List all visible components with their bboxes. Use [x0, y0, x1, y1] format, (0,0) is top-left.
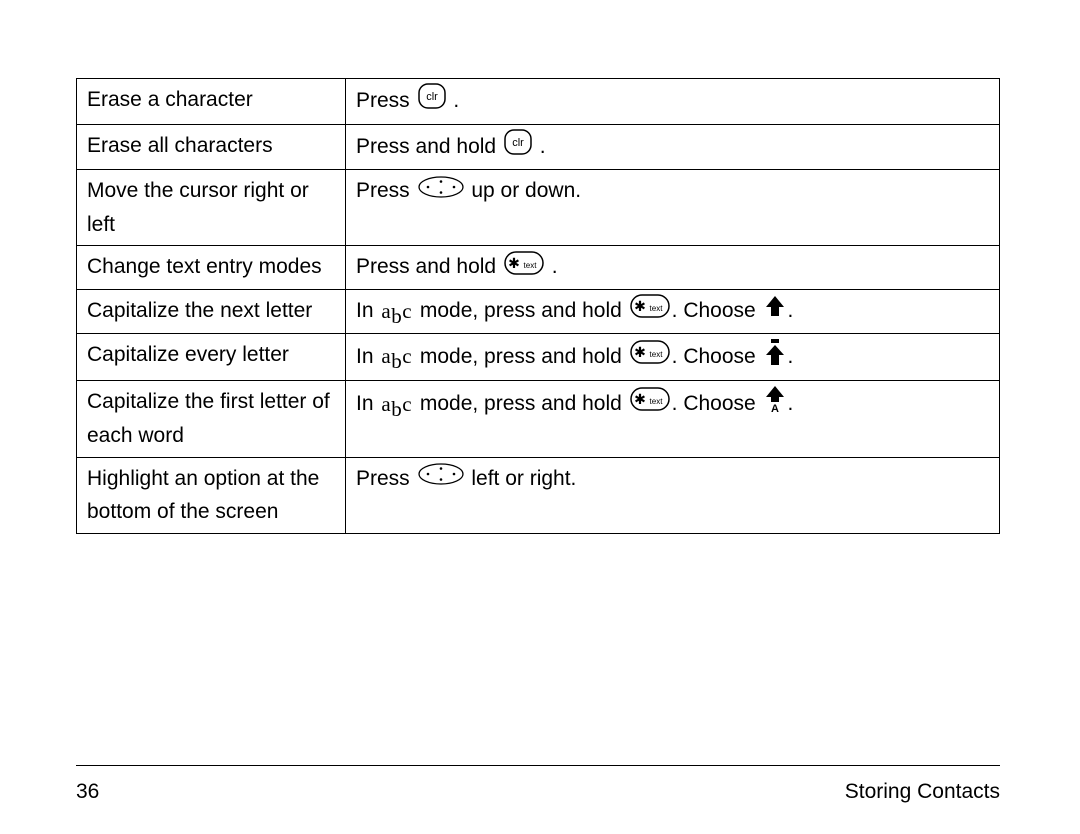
instruction-action: Press up or down.	[346, 170, 1000, 246]
dpad-icon	[418, 175, 464, 209]
table-row: Erase all charactersPress and hold clr .	[77, 124, 1000, 170]
instruction-action: Press left or right.	[346, 457, 1000, 533]
svg-text:text: text	[649, 350, 663, 359]
star-text-icon: ✱text	[630, 294, 670, 329]
svg-text:text: text	[523, 261, 537, 270]
instruction-label: Erase all characters	[77, 124, 346, 170]
instruction-action: Press and hold clr .	[346, 124, 1000, 170]
abc-icon: abc	[381, 340, 412, 374]
svg-text:A: A	[771, 403, 779, 413]
star-text-icon: ✱text	[630, 387, 670, 422]
instruction-label: Move the cursor right or left	[77, 170, 346, 246]
clr-icon: clr	[504, 129, 532, 166]
svg-text:✱: ✱	[508, 255, 520, 271]
svg-text:text: text	[649, 304, 663, 313]
star-text-icon: ✱text	[504, 251, 544, 286]
page-number: 36	[76, 780, 99, 804]
table-row: Change text entry modesPress and hold ✱t…	[77, 246, 1000, 290]
instruction-action: In abc mode, press and hold ✱text. Choos…	[346, 290, 1000, 334]
instruction-action: Press and hold ✱text .	[346, 246, 1000, 290]
instruction-label: Capitalize the first letter of each word	[77, 381, 346, 457]
table-row: Capitalize the next letterIn abc mode, p…	[77, 290, 1000, 334]
table-row: Move the cursor right or leftPress up or…	[77, 170, 1000, 246]
svg-text:clr: clr	[512, 137, 524, 149]
instruction-action: In abc mode, press and hold ✱text. Choos…	[346, 381, 1000, 457]
instruction-action: Press clr .	[346, 79, 1000, 125]
dpad-icon	[418, 462, 464, 496]
star-text-icon: ✱text	[630, 340, 670, 375]
svg-text:clr: clr	[426, 91, 438, 103]
footer: 36 Storing Contacts	[76, 780, 1000, 804]
svg-text:text: text	[649, 397, 663, 406]
shift-a-icon: A	[764, 385, 786, 424]
abc-icon: abc	[381, 388, 412, 422]
instruction-label: Capitalize the next letter	[77, 290, 346, 334]
table-row: Erase a characterPress clr .	[77, 79, 1000, 125]
table-row: Capitalize the first letter of each word…	[77, 381, 1000, 457]
footer-separator	[76, 765, 1000, 766]
instruction-label: Highlight an option at the bottom of the…	[77, 457, 346, 533]
section-title: Storing Contacts	[845, 780, 1000, 804]
svg-text:✱: ✱	[634, 298, 646, 314]
table-row: Capitalize every letterIn abc mode, pres…	[77, 333, 1000, 381]
shift-up-icon	[764, 294, 786, 329]
shift-lock-icon	[764, 338, 786, 377]
instruction-label: Change text entry modes	[77, 246, 346, 290]
svg-text:✱: ✱	[634, 344, 646, 360]
instruction-table: Erase a characterPress clr .Erase all ch…	[76, 78, 1000, 534]
svg-text:✱: ✱	[634, 391, 646, 407]
abc-icon: abc	[381, 295, 412, 329]
instruction-action: In abc mode, press and hold ✱text. Choos…	[346, 333, 1000, 381]
clr-icon: clr	[418, 83, 446, 120]
page: Erase a characterPress clr .Erase all ch…	[0, 0, 1080, 834]
table-row: Highlight an option at the bottom of the…	[77, 457, 1000, 533]
instruction-label: Capitalize every letter	[77, 333, 346, 381]
instruction-label: Erase a character	[77, 79, 346, 125]
